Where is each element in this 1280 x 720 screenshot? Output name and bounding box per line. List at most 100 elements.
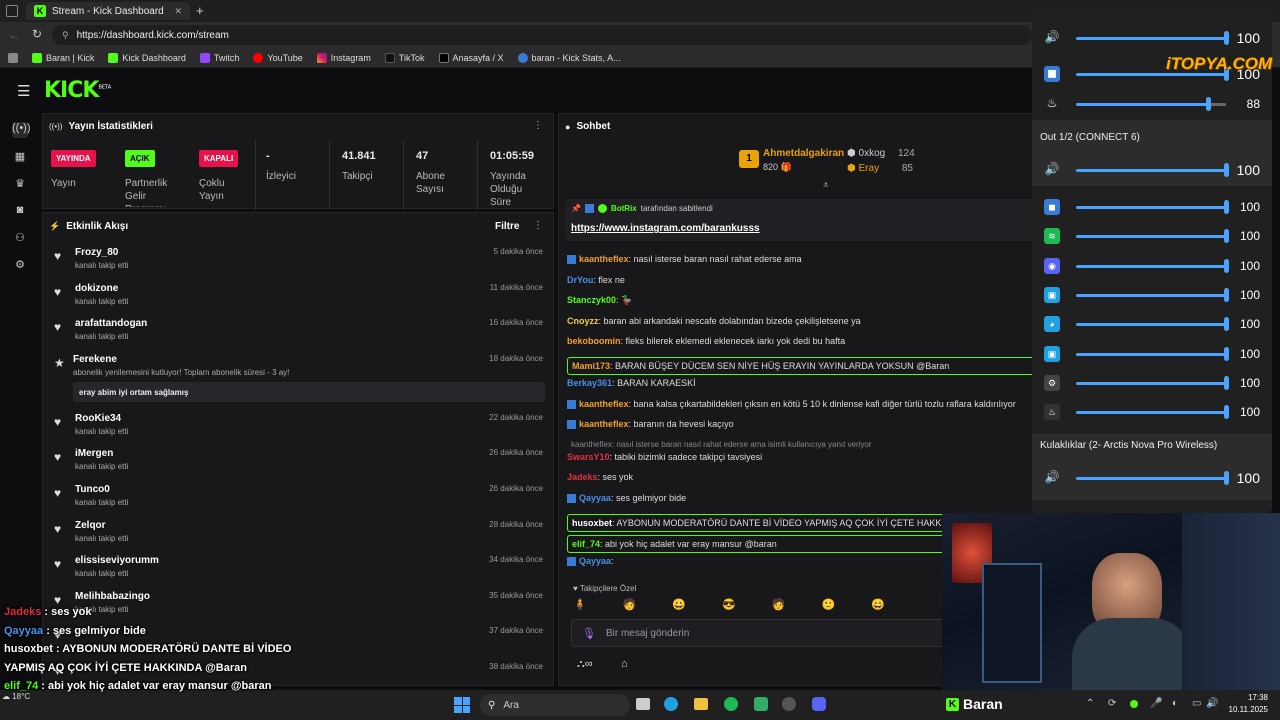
- chat-username[interactable]: Qayyaa: [579, 493, 611, 503]
- activity-item[interactable]: ♥ RooKie34 kanalı takip etti 22 dakika önce: [43, 407, 553, 443]
- volume-slider[interactable]: [1224, 200, 1229, 214]
- bookmark-twitch[interactable]: Twitch: [199, 52, 239, 63]
- activity-item[interactable]: ♥ Zelqor kanalı takip etti 28 dakika önce: [43, 514, 553, 550]
- spotify-icon[interactable]: [724, 697, 738, 711]
- site-info-icon[interactable]: ⚲: [62, 30, 69, 41]
- bookmark-x[interactable]: Anasayfa / X: [438, 52, 504, 63]
- start-button[interactable]: [454, 697, 470, 713]
- top-gifter-name[interactable]: Ahmetdalgakiran: [763, 148, 844, 159]
- task-view-icon[interactable]: [636, 698, 650, 710]
- edge-icon[interactable]: [664, 697, 678, 711]
- discord-icon[interactable]: [812, 697, 826, 711]
- scroll-down-icon[interactable]: ⩡: [823, 180, 829, 191]
- analytics-icon[interactable]: ▦: [12, 150, 28, 166]
- taskbar-clock[interactable]: 17:38 10.11.2025: [1214, 692, 1268, 716]
- mixer-row[interactable]: ▣ 100: [1044, 285, 1272, 305]
- volume-slider[interactable]: [1206, 97, 1211, 111]
- close-icon[interactable]: ✕: [174, 6, 182, 17]
- tray-app-icon[interactable]: ◐: [1172, 698, 1178, 709]
- activity-item[interactable]: ♥ elissiseviyorumm kanalı takip etti 34 dak…: [43, 549, 553, 585]
- kick-logo[interactable]: KICKBETA: [44, 78, 111, 103]
- app-icon[interactable]: [754, 697, 768, 711]
- chat-username[interactable]: bekoboomin: [567, 336, 621, 346]
- tray-mic-icon[interactable]: 🎤: [1150, 698, 1162, 709]
- bookmark-tiktok[interactable]: TikTok: [384, 52, 425, 63]
- activity-username[interactable]: Tunco0: [75, 484, 110, 495]
- emote-icon[interactable]: 🧑: [623, 598, 637, 614]
- activity-username[interactable]: dokizone: [75, 283, 118, 294]
- mixer-row[interactable]: ◕ 100: [1044, 314, 1272, 334]
- activity-username[interactable]: Ferekene: [73, 354, 117, 365]
- filter-button[interactable]: Filtre: [495, 221, 519, 232]
- back-arrow-icon[interactable]: ←: [8, 28, 20, 42]
- tray-status-icon[interactable]: [1130, 700, 1138, 708]
- speaker-icon[interactable]: 🔊: [1044, 162, 1060, 178]
- emote-icon[interactable]: 😎: [722, 598, 736, 614]
- gifter-2[interactable]: ⬢ 0xkog 124: [847, 148, 915, 159]
- chat-username[interactable]: Jadeks: [567, 472, 598, 482]
- chat-username[interactable]: elif_74: [572, 539, 600, 549]
- emote-icon[interactable]: 😄: [871, 598, 885, 614]
- url-field[interactable]: https://dashboard.kick.com/stream: [77, 30, 229, 41]
- activity-username[interactable]: Zelqor: [75, 520, 106, 531]
- activity-item[interactable]: ♥ iMergen kanalı takip etti 26 dakika önce: [43, 442, 553, 478]
- more-options-icon[interactable]: ⋮: [533, 220, 543, 231]
- obs-icon[interactable]: [782, 697, 796, 711]
- chat-username[interactable]: Stanczyk00: [567, 295, 616, 305]
- mixer-row[interactable]: ⚙ 100: [1044, 373, 1272, 393]
- mixer-row[interactable]: 🔊 100: [1044, 468, 1272, 488]
- volume-slider[interactable]: [1224, 346, 1229, 361]
- new-tab-button[interactable]: +: [196, 3, 204, 18]
- mixer-row[interactable]: ♨ 100: [1044, 402, 1272, 422]
- emote-icon[interactable]: 🧍: [573, 598, 587, 614]
- volume-slider[interactable]: [1224, 471, 1229, 485]
- chat-username[interactable]: Qayyaa: [579, 556, 611, 566]
- bookmark-youtube[interactable]: YouTube: [253, 52, 303, 63]
- emote-icon[interactable]: 🙂: [822, 598, 836, 614]
- network-icon[interactable]: ▭: [1192, 698, 1201, 709]
- activity-username[interactable]: Melihbabazingo: [75, 591, 150, 602]
- activity-item[interactable]: ♥ Tunco0 kanalı takip etti 26 dakika önce: [43, 478, 553, 514]
- volume-slider[interactable]: [1224, 258, 1229, 273]
- bookmark-baran-kick[interactable]: Baran | Kick: [32, 52, 94, 63]
- chat-username[interactable]: SwarsY10: [567, 452, 610, 462]
- chat-username[interactable]: kaantheflex: [579, 254, 629, 264]
- activity-username[interactable]: Frozy_80: [75, 247, 118, 258]
- speaker-icon[interactable]: 🔊: [1044, 30, 1060, 46]
- chat-username[interactable]: Cnoyzz: [567, 316, 599, 326]
- activity-username[interactable]: arafattandogan: [75, 318, 147, 329]
- activity-item[interactable]: ★ Ferekene abonelik yenilemesini kutluyor!…: [43, 348, 553, 407]
- mixer-row[interactable]: 🔊 100: [1044, 160, 1272, 180]
- more-options-icon[interactable]: ⋮: [533, 120, 543, 131]
- activity-item[interactable]: ♥ Frozy_80 kanalı takip etti 5 dakika önce: [43, 241, 553, 277]
- reload-icon[interactable]: ↻: [32, 27, 42, 41]
- bookmark-kick-dashboard[interactable]: Kick Dashboard: [108, 52, 186, 63]
- mixer-row[interactable]: ◼ 100: [1044, 197, 1272, 217]
- activity-item[interactable]: ♥ dokizone kanalı takip etti 11 dakika önce: [43, 277, 553, 313]
- activity-item[interactable]: ♥ arafattandogan kanalı takip etti 16 dakik…: [43, 312, 553, 348]
- microphone-icon[interactable]: 🎙: [582, 627, 596, 640]
- mixer-row[interactable]: 🔊 100: [1044, 28, 1272, 48]
- settings-icon[interactable]: ⚙: [12, 258, 28, 274]
- pinned-link[interactable]: https://www.instagram.com/barankusss: [571, 223, 760, 234]
- volume-slider[interactable]: [1224, 163, 1229, 177]
- activity-username[interactable]: elissiseviyorumm: [75, 555, 159, 566]
- stream-icon[interactable]: ((•)): [12, 122, 31, 138]
- mixer-row[interactable]: ◉ 100: [1044, 256, 1272, 276]
- speaker-icon[interactable]: 🔊: [1044, 470, 1060, 486]
- bookmark-instagram[interactable]: Instagram: [316, 52, 371, 63]
- chat-username[interactable]: kaantheflex: [579, 419, 629, 429]
- tray-icon[interactable]: ⟳: [1108, 698, 1116, 709]
- volume-slider[interactable]: [1224, 31, 1229, 45]
- chat-username[interactable]: Mami173: [572, 361, 610, 371]
- emote-icon[interactable]: 🧑: [772, 598, 786, 614]
- chat-username[interactable]: husoxbet: [572, 518, 612, 528]
- tray-chevron-icon[interactable]: ⌃: [1086, 698, 1094, 709]
- volume-slider[interactable]: [1224, 317, 1229, 332]
- gifter-3[interactable]: ⬢ Eray 85: [847, 163, 913, 174]
- volume-slider[interactable]: [1224, 287, 1229, 302]
- trophy-icon[interactable]: ♛: [12, 177, 28, 193]
- volume-slider[interactable]: [1224, 375, 1229, 390]
- mixer-row[interactable]: ▣ 100: [1044, 344, 1272, 364]
- bookmark-kick-stats[interactable]: baran - Kick Stats, A...: [517, 52, 621, 63]
